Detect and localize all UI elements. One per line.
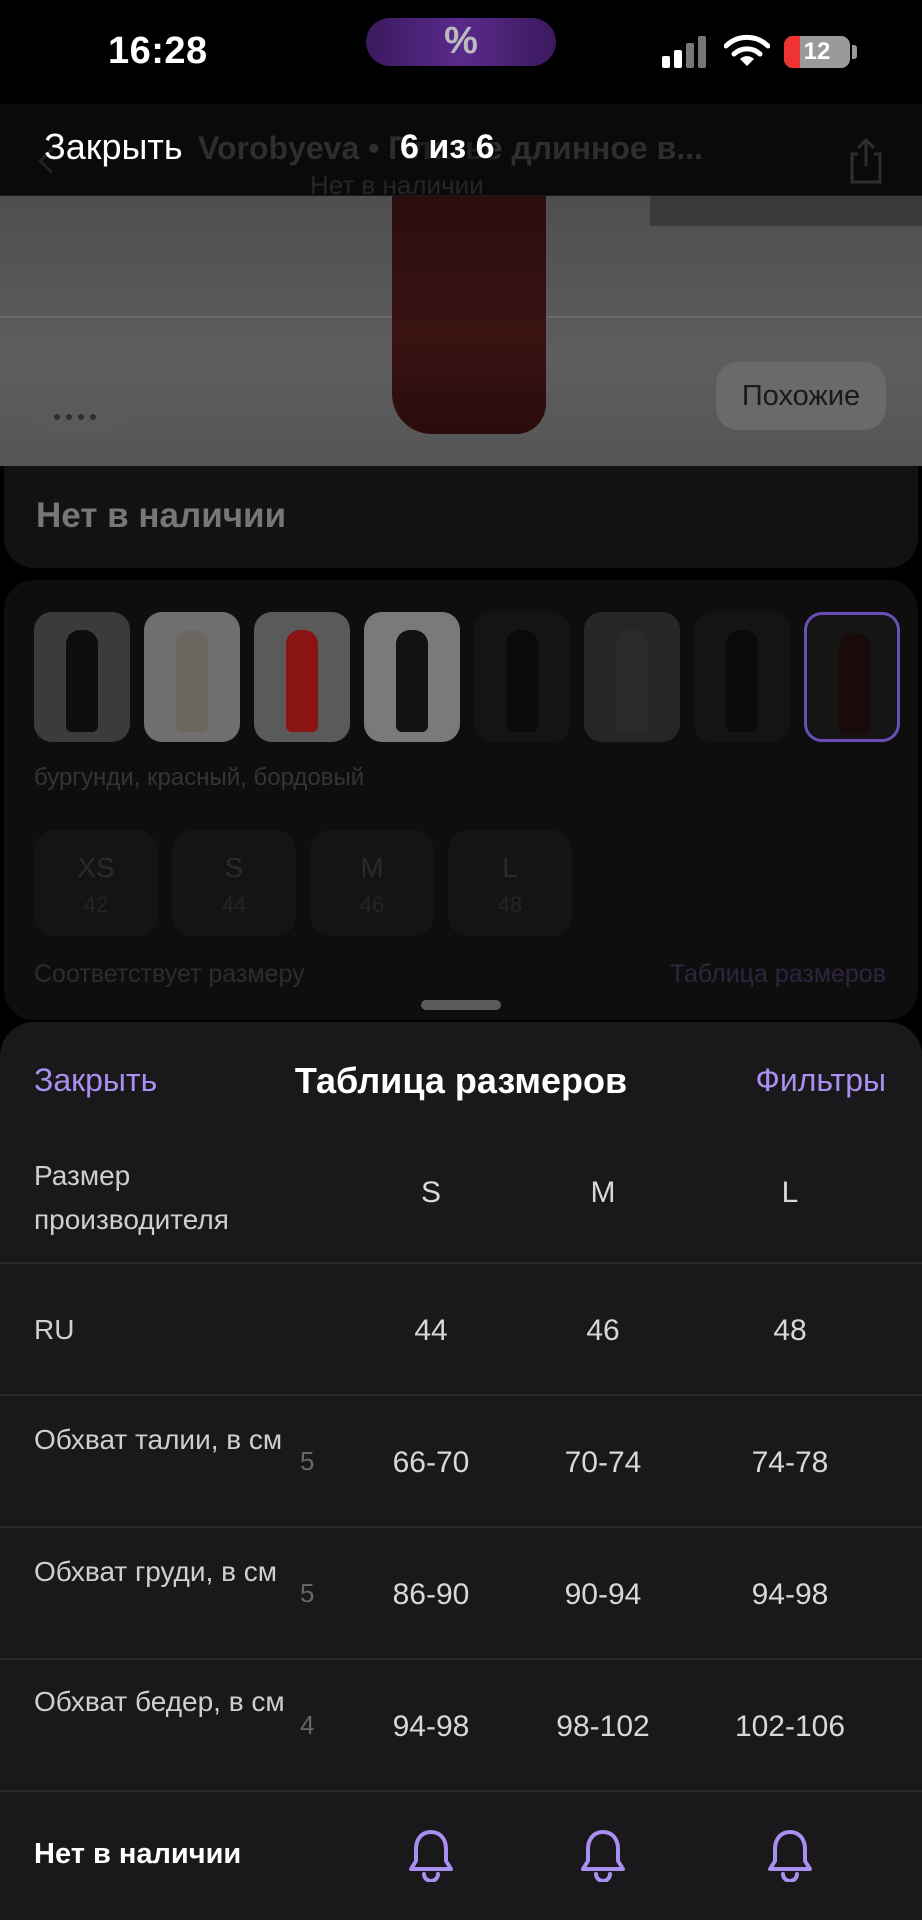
color-label: бургунди, красный, бордовый <box>34 764 365 791</box>
table-cell: 70-74 <box>564 1446 642 1479</box>
column-header: L <box>781 1176 799 1209</box>
color-thumbnail[interactable] <box>364 612 460 742</box>
size-chip[interactable]: S 44 <box>172 830 296 936</box>
thumbnail-figure <box>176 630 208 732</box>
table-row: Обхват бедер, в см 4 94-98 98-102 102-10… <box>0 1660 922 1792</box>
table-cell: 44 <box>414 1314 448 1347</box>
share-icon[interactable] <box>846 136 886 186</box>
color-thumbnail[interactable] <box>694 612 790 742</box>
size-chip-ru: 48 <box>497 892 523 917</box>
table-cell: 102-106 <box>734 1710 846 1743</box>
table-header-row: Размер производителя S M L <box>0 1132 922 1264</box>
thumbnail-figure <box>66 630 98 732</box>
table-cell: 86-90 <box>392 1578 470 1611</box>
thumbnail-figure <box>396 630 428 732</box>
bell-icon[interactable] <box>407 1828 455 1882</box>
table-cell: 94-98 <box>392 1710 470 1743</box>
sheet-grabber[interactable] <box>421 1000 501 1010</box>
cellular-signal-icon <box>662 36 708 68</box>
size-chip-label: L <box>502 852 518 883</box>
photo-page-dots <box>34 402 126 430</box>
column-header: M <box>590 1176 616 1209</box>
product-subtitle: Нет в наличии <box>310 170 484 200</box>
battery-level: 12 <box>803 38 831 65</box>
color-thumbnail-selected[interactable] <box>804 612 900 742</box>
table-row: Обхват груди, в см 5 86-90 90-94 94-98 <box>0 1528 922 1660</box>
table-cell: 74-78 <box>751 1446 829 1479</box>
table-cell: 48 <box>773 1314 807 1347</box>
fit-note: Соответствует размеру <box>34 960 305 988</box>
availability-label: Нет в наличии <box>34 1838 242 1870</box>
table-cell: 46 <box>586 1314 620 1347</box>
close-viewer-button[interactable]: Закрыть <box>44 126 183 168</box>
battery-icon: 12 <box>784 36 850 68</box>
size-chip-ru: 46 <box>359 892 385 917</box>
row-label: Обхват груди, в см <box>34 1556 277 1587</box>
bell-icon[interactable] <box>579 1828 627 1882</box>
size-chip-ru: 42 <box>83 892 109 917</box>
table-cell: 66-70 <box>392 1446 470 1479</box>
table-cell: 98-102 <box>556 1710 650 1743</box>
size-chip-ru: 44 <box>221 892 247 917</box>
truncated-cell: 4 <box>300 1710 315 1740</box>
row-label: Обхват бедер, в см <box>34 1686 285 1717</box>
battery-tip <box>852 45 857 59</box>
thumbnail-figure <box>286 630 318 732</box>
size-chip-label: XS <box>77 852 115 883</box>
similar-button[interactable]: Похожие <box>716 362 886 430</box>
table-row: Обхват талии, в см 5 66-70 70-74 74-78 <box>0 1396 922 1528</box>
table-header-label: Размер производителя <box>34 1160 229 1235</box>
size-chip[interactable]: L 48 <box>448 830 572 936</box>
photo-counter: 6 из 6 <box>400 128 495 167</box>
size-chip[interactable]: M 46 <box>310 830 434 936</box>
stock-status: Нет в наличии <box>36 496 287 535</box>
thumbnail-figure <box>839 633 871 735</box>
size-chip-label: S <box>224 852 244 883</box>
thumbnail-figure <box>616 630 648 732</box>
size-table-link[interactable]: Таблица размеров <box>670 960 886 989</box>
column-header: S <box>420 1176 441 1209</box>
wifi-icon <box>724 34 770 66</box>
row-label: Обхват талии, в см <box>34 1424 283 1455</box>
size-table-sheet: Закрыть Таблица размеров Фильтры Размер … <box>0 1022 922 1920</box>
row-label: RU <box>34 1314 75 1345</box>
color-thumbnail[interactable] <box>584 612 680 742</box>
viewer-header: Vorobyeva • Платье длинное в... Нет в на… <box>0 104 922 200</box>
color-thumbnail[interactable] <box>474 612 570 742</box>
color-thumbnail[interactable] <box>254 612 350 742</box>
size-chip-label: M <box>360 852 384 883</box>
stock-card: Нет в наличии <box>4 466 918 568</box>
truncated-cell: 5 <box>300 1578 315 1608</box>
island-percent-icon: % <box>444 20 478 62</box>
photo-background-shelf <box>650 196 922 226</box>
thumbnail-figure <box>506 630 538 732</box>
truncated-cell: 5 <box>300 1446 315 1476</box>
color-thumbnail[interactable] <box>144 612 240 742</box>
dynamic-island[interactable]: % <box>366 18 556 66</box>
dress-image <box>392 196 546 434</box>
availability-row: Нет в наличии <box>0 1792 922 1920</box>
color-thumbnail[interactable] <box>34 612 130 742</box>
table-row: RU 44 46 48 <box>0 1264 922 1396</box>
table-cell: 90-94 <box>564 1578 642 1611</box>
size-chip[interactable]: XS 42 <box>34 830 158 936</box>
bell-icon[interactable] <box>766 1828 814 1882</box>
filters-button[interactable]: Фильтры <box>756 1062 887 1099</box>
sheet-header: Закрыть Таблица размеров Фильтры <box>0 1022 922 1132</box>
thumbnail-figure <box>726 630 758 732</box>
status-time: 16:28 <box>108 30 208 72</box>
status-bar: 16:28 % 12 <box>0 0 922 104</box>
table-cell: 94-98 <box>751 1578 829 1611</box>
